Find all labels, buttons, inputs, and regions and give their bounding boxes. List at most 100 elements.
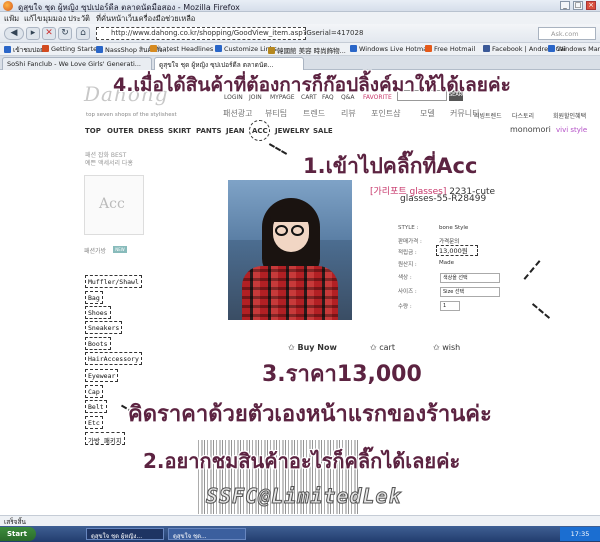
- bookmark-7[interactable]: Free Hotmail: [425, 45, 475, 53]
- cat-skirt[interactable]: SKIRT: [168, 127, 191, 135]
- bookmark-label: Windows Marketplace: [557, 45, 600, 53]
- product-title-line2: glasses-55-R28499: [400, 194, 487, 204]
- left-subtitle: 패션 잡화 BEST 예쁜 액세서리 다홍: [85, 152, 133, 168]
- product-photo[interactable]: [228, 180, 352, 320]
- close-window-button[interactable]: ×: [586, 1, 596, 10]
- kor-menu-5[interactable]: 모델: [420, 108, 435, 119]
- new-badge: NEW: [113, 246, 127, 253]
- bookmark-1[interactable]: Getting Started: [42, 45, 101, 53]
- spec-value-3: Made: [439, 260, 454, 266]
- bookmark-label: 韓國館 美容 時尚飾物...: [277, 47, 346, 55]
- reload-button[interactable]: ↻: [58, 27, 72, 40]
- left-cat-7[interactable]: Cap: [85, 385, 103, 398]
- back-button[interactable]: ◀: [4, 27, 24, 40]
- cat-acc[interactable]: ACC: [252, 127, 268, 135]
- buy-now-button[interactable]: ✩ Buy Now: [288, 343, 337, 352]
- cat-dress[interactable]: DRESS: [138, 127, 164, 135]
- kor-menu-4[interactable]: 포인트샵: [371, 108, 400, 119]
- spec-label-4: 색상 :: [398, 275, 412, 281]
- quantity-input[interactable]: 1: [440, 301, 460, 311]
- site-tagline: top seven shops of the stylishest: [86, 112, 177, 118]
- left-cat-5[interactable]: HairAccessory: [85, 352, 142, 365]
- cat-pants[interactable]: PANTS: [196, 127, 222, 135]
- acc-banner[interactable]: Acc: [84, 175, 144, 235]
- url-bar[interactable]: http://www.dahong.co.kr/shopping/GoodVie…: [96, 27, 363, 40]
- bookmark-favicon-icon: [42, 45, 49, 52]
- kor-menu-0[interactable]: 패션광고: [223, 108, 252, 119]
- bookmark-favicon-icon: [268, 47, 275, 54]
- right-link-2[interactable]: 회원할인혜택: [553, 111, 586, 120]
- spec-label-1: 판매가격 :: [398, 239, 422, 245]
- start-button[interactable]: Start: [0, 527, 36, 541]
- right-link-1[interactable]: 다스토리: [512, 111, 534, 120]
- color-select[interactable]: 색상을 선택: [440, 273, 500, 283]
- bookmark-favicon-icon: [483, 45, 490, 52]
- cat-top[interactable]: TOP: [85, 127, 101, 135]
- left-cat-10[interactable]: 가방 패키지: [85, 432, 125, 445]
- bookmark-favicon-icon: [150, 45, 157, 52]
- wish-button[interactable]: ✩ wish: [433, 343, 460, 352]
- cat-sale[interactable]: SALE: [313, 127, 333, 135]
- kor-menu-3[interactable]: 리뷰: [341, 108, 356, 119]
- bookmark-label: Getting Started: [51, 45, 102, 53]
- new-section-label[interactable]: 패션가방: [84, 246, 106, 255]
- cat-jewelry[interactable]: JEWELRY: [275, 127, 309, 135]
- bookmark-0[interactable]: เข้าชมบ่อย: [4, 45, 44, 55]
- task-window[interactable]: ดูสุขใจ ชุด...: [168, 528, 246, 540]
- bookmark-favicon-icon: [425, 45, 432, 52]
- acc-banner-label: Acc: [99, 196, 125, 212]
- bookmark-favicon-icon: [548, 45, 555, 52]
- url-text: http://www.dahong.co.kr/shopping/GoodVie…: [111, 29, 364, 37]
- size-select[interactable]: Size 선택: [440, 287, 500, 297]
- tab-dahong[interactable]: ดูสุขใจ ชุด ผู้หญิง ซุปเปอร์ดีล ตลาดนัด.…: [154, 57, 304, 70]
- annotation-note: คิดราคาด้วยตัวเองหน้าแรกของร้านค่ะ: [128, 402, 492, 427]
- minimize-button[interactable]: _: [560, 1, 570, 10]
- task-firefox[interactable]: ดูสุขใจ ชุด ผู้หญิง...: [86, 528, 164, 540]
- forward-button[interactable]: ▸: [26, 27, 40, 40]
- tab-label: ดูสุขใจ ชุด ผู้หญิง ซุปเปอร์ดีล ตลาดนัด.…: [159, 61, 274, 69]
- tab-soshi[interactable]: SoShi Fanclub - We Love Girls' Generati.…: [2, 57, 152, 70]
- system-clock: 17:35: [560, 527, 600, 541]
- bookmark-6[interactable]: Windows Live Hotmail: [350, 45, 431, 53]
- tab-label: SoShi Fanclub - We Love Girls' Generati.…: [7, 60, 141, 68]
- cat-outer[interactable]: OUTER: [107, 127, 134, 135]
- stop-button[interactable]: ✕: [42, 27, 56, 40]
- kor-menu-1[interactable]: 뷰티팁: [265, 108, 287, 119]
- kor-menu-2[interactable]: 트렌드: [303, 108, 325, 119]
- home-icon[interactable]: ⌂: [76, 27, 90, 40]
- brand-vivi[interactable]: vivi style: [556, 126, 587, 134]
- left-cat-4[interactable]: Boots: [85, 337, 111, 350]
- left-cat-0[interactable]: Muffler/Shawl: [85, 275, 142, 288]
- brand-monomori[interactable]: monomori: [510, 125, 551, 134]
- left-cat-2[interactable]: Shoes: [85, 306, 111, 319]
- navigation-toolbar: ◀ ▸ ✕ ↻ ⌂ http://www.dahong.co.kr/shoppi…: [0, 24, 600, 43]
- annotation-step1: 1.เข้าไปคลิ๊กที่Acc: [303, 154, 478, 178]
- status-bar: เสร็จสิ้น: [0, 515, 600, 526]
- left-sub-line-0: 패션 잡화 BEST: [85, 152, 127, 159]
- firefox-logo-icon: [3, 1, 13, 11]
- bookmark-favicon-icon: [96, 46, 103, 53]
- bookmark-9[interactable]: Windows Marketplace: [548, 45, 600, 53]
- left-cat-8[interactable]: Belt: [85, 400, 107, 413]
- left-cat-9[interactable]: Etc: [85, 416, 103, 429]
- left-cat-1[interactable]: Bag: [85, 291, 103, 304]
- cat-jean[interactable]: JEAN: [226, 127, 245, 135]
- taskbar: Start ดูสุขใจ ชุด ผู้หญิง... ดูสุขใจ ชุด…: [0, 526, 600, 542]
- tab-strip: SoShi Fanclub - We Love Girls' Generati.…: [0, 56, 600, 70]
- bookmark-favicon-icon: [215, 45, 222, 52]
- left-cat-6[interactable]: Eyewear: [85, 369, 119, 382]
- left-cat-3[interactable]: Sneakers: [85, 321, 123, 334]
- annotation-step2: 2.อยากชมสินค้าอะไรก็คลิ๊กได้เลยค่ะ: [143, 449, 461, 473]
- menu-bar: แฟ้ม แก้ไข มุมมอง ประวัติ ที่คั่นหน้าเว็…: [0, 12, 600, 24]
- spec-value-0: bone Style: [439, 225, 469, 231]
- watermark: SSFC@LimitedLek: [206, 484, 402, 509]
- maximize-button[interactable]: □: [573, 1, 583, 10]
- bookmark-label: Free Hotmail: [434, 45, 476, 53]
- spec-label-6: 수량 :: [398, 304, 412, 310]
- right-link-0[interactable]: 리빙트렌드: [474, 111, 502, 120]
- search-input[interactable]: Ask.com: [538, 27, 596, 40]
- bookmark-3[interactable]: Latest Headlines: [150, 45, 213, 53]
- cart-button[interactable]: ✩ cart: [370, 343, 395, 352]
- bookmark-5[interactable]: 韓國館 美容 時尚飾物...: [268, 45, 346, 55]
- left-sub-line-1: 예쁜 액세서리 다홍: [85, 160, 133, 167]
